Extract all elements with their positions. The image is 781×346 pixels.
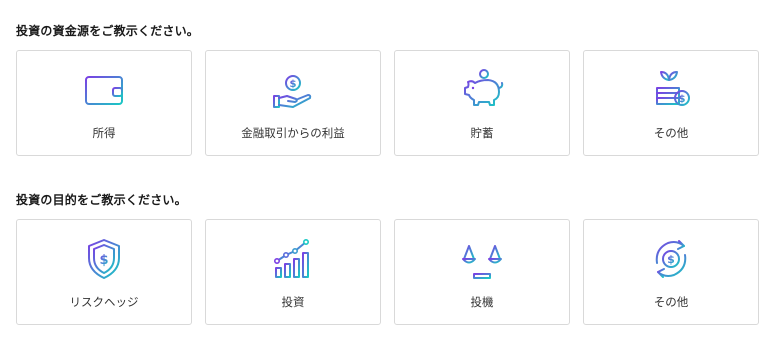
svg-text:$: $ bbox=[667, 253, 675, 266]
option-label: 投機 bbox=[470, 295, 494, 309]
svg-text:$: $ bbox=[679, 94, 686, 105]
cycle-dollar-icon: $ bbox=[655, 240, 687, 278]
option-label: その他 bbox=[653, 295, 689, 309]
option-savings[interactable]: 貯蓄 bbox=[394, 50, 570, 156]
option-other-purpose[interactable]: $ その他 bbox=[583, 219, 759, 325]
option-label: その他 bbox=[653, 126, 689, 140]
source-section-title: 投資の資金源をご教示ください。 bbox=[16, 24, 200, 38]
option-label: リスクヘッジ bbox=[69, 295, 139, 309]
option-speculation[interactable]: 投機 bbox=[394, 219, 570, 325]
growth-chart-icon bbox=[273, 238, 309, 278]
option-label: 金融取引からの利益 bbox=[241, 126, 345, 140]
option-trading-profit[interactable]: $ 金融取引からの利益 bbox=[205, 50, 381, 156]
option-other-source[interactable]: $ その他 bbox=[583, 50, 759, 156]
shield-dollar-icon: $ bbox=[88, 239, 120, 279]
scale-icon bbox=[462, 240, 502, 279]
option-income[interactable]: 所得 bbox=[16, 50, 192, 156]
option-label: 貯蓄 bbox=[470, 126, 494, 140]
purpose-section-title: 投資の目的をご教示ください。 bbox=[16, 193, 187, 207]
option-risk-hedge[interactable]: $ リスクヘッジ bbox=[16, 219, 192, 325]
coin-hand-icon: $ bbox=[273, 68, 312, 108]
piggy-bank-icon bbox=[464, 69, 504, 106]
option-label: 所得 bbox=[92, 126, 116, 140]
plant-coins-icon: $ bbox=[656, 71, 690, 106]
option-investment[interactable]: 投資 bbox=[205, 219, 381, 325]
purpose-options: $ リスクヘッジ 投資 投機 $ その他 bbox=[16, 219, 759, 325]
wallet-icon bbox=[85, 76, 123, 105]
svg-text:$: $ bbox=[290, 79, 297, 90]
svg-text:$: $ bbox=[99, 253, 108, 268]
source-options: 所得 $ 金融取引からの利益 貯蓄 $ その他 bbox=[16, 50, 759, 156]
option-label: 投資 bbox=[281, 295, 305, 309]
